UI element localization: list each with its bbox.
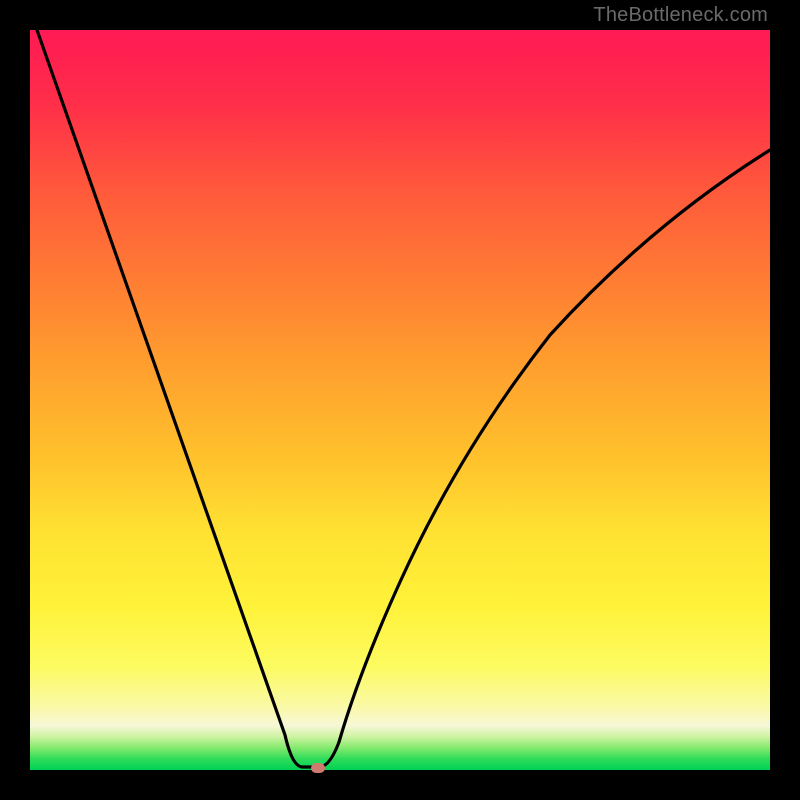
bottleneck-curve (30, 30, 770, 770)
minimum-marker (311, 763, 325, 773)
watermark-text: TheBottleneck.com (593, 4, 768, 27)
chart-frame: TheBottleneck.com (0, 0, 800, 800)
